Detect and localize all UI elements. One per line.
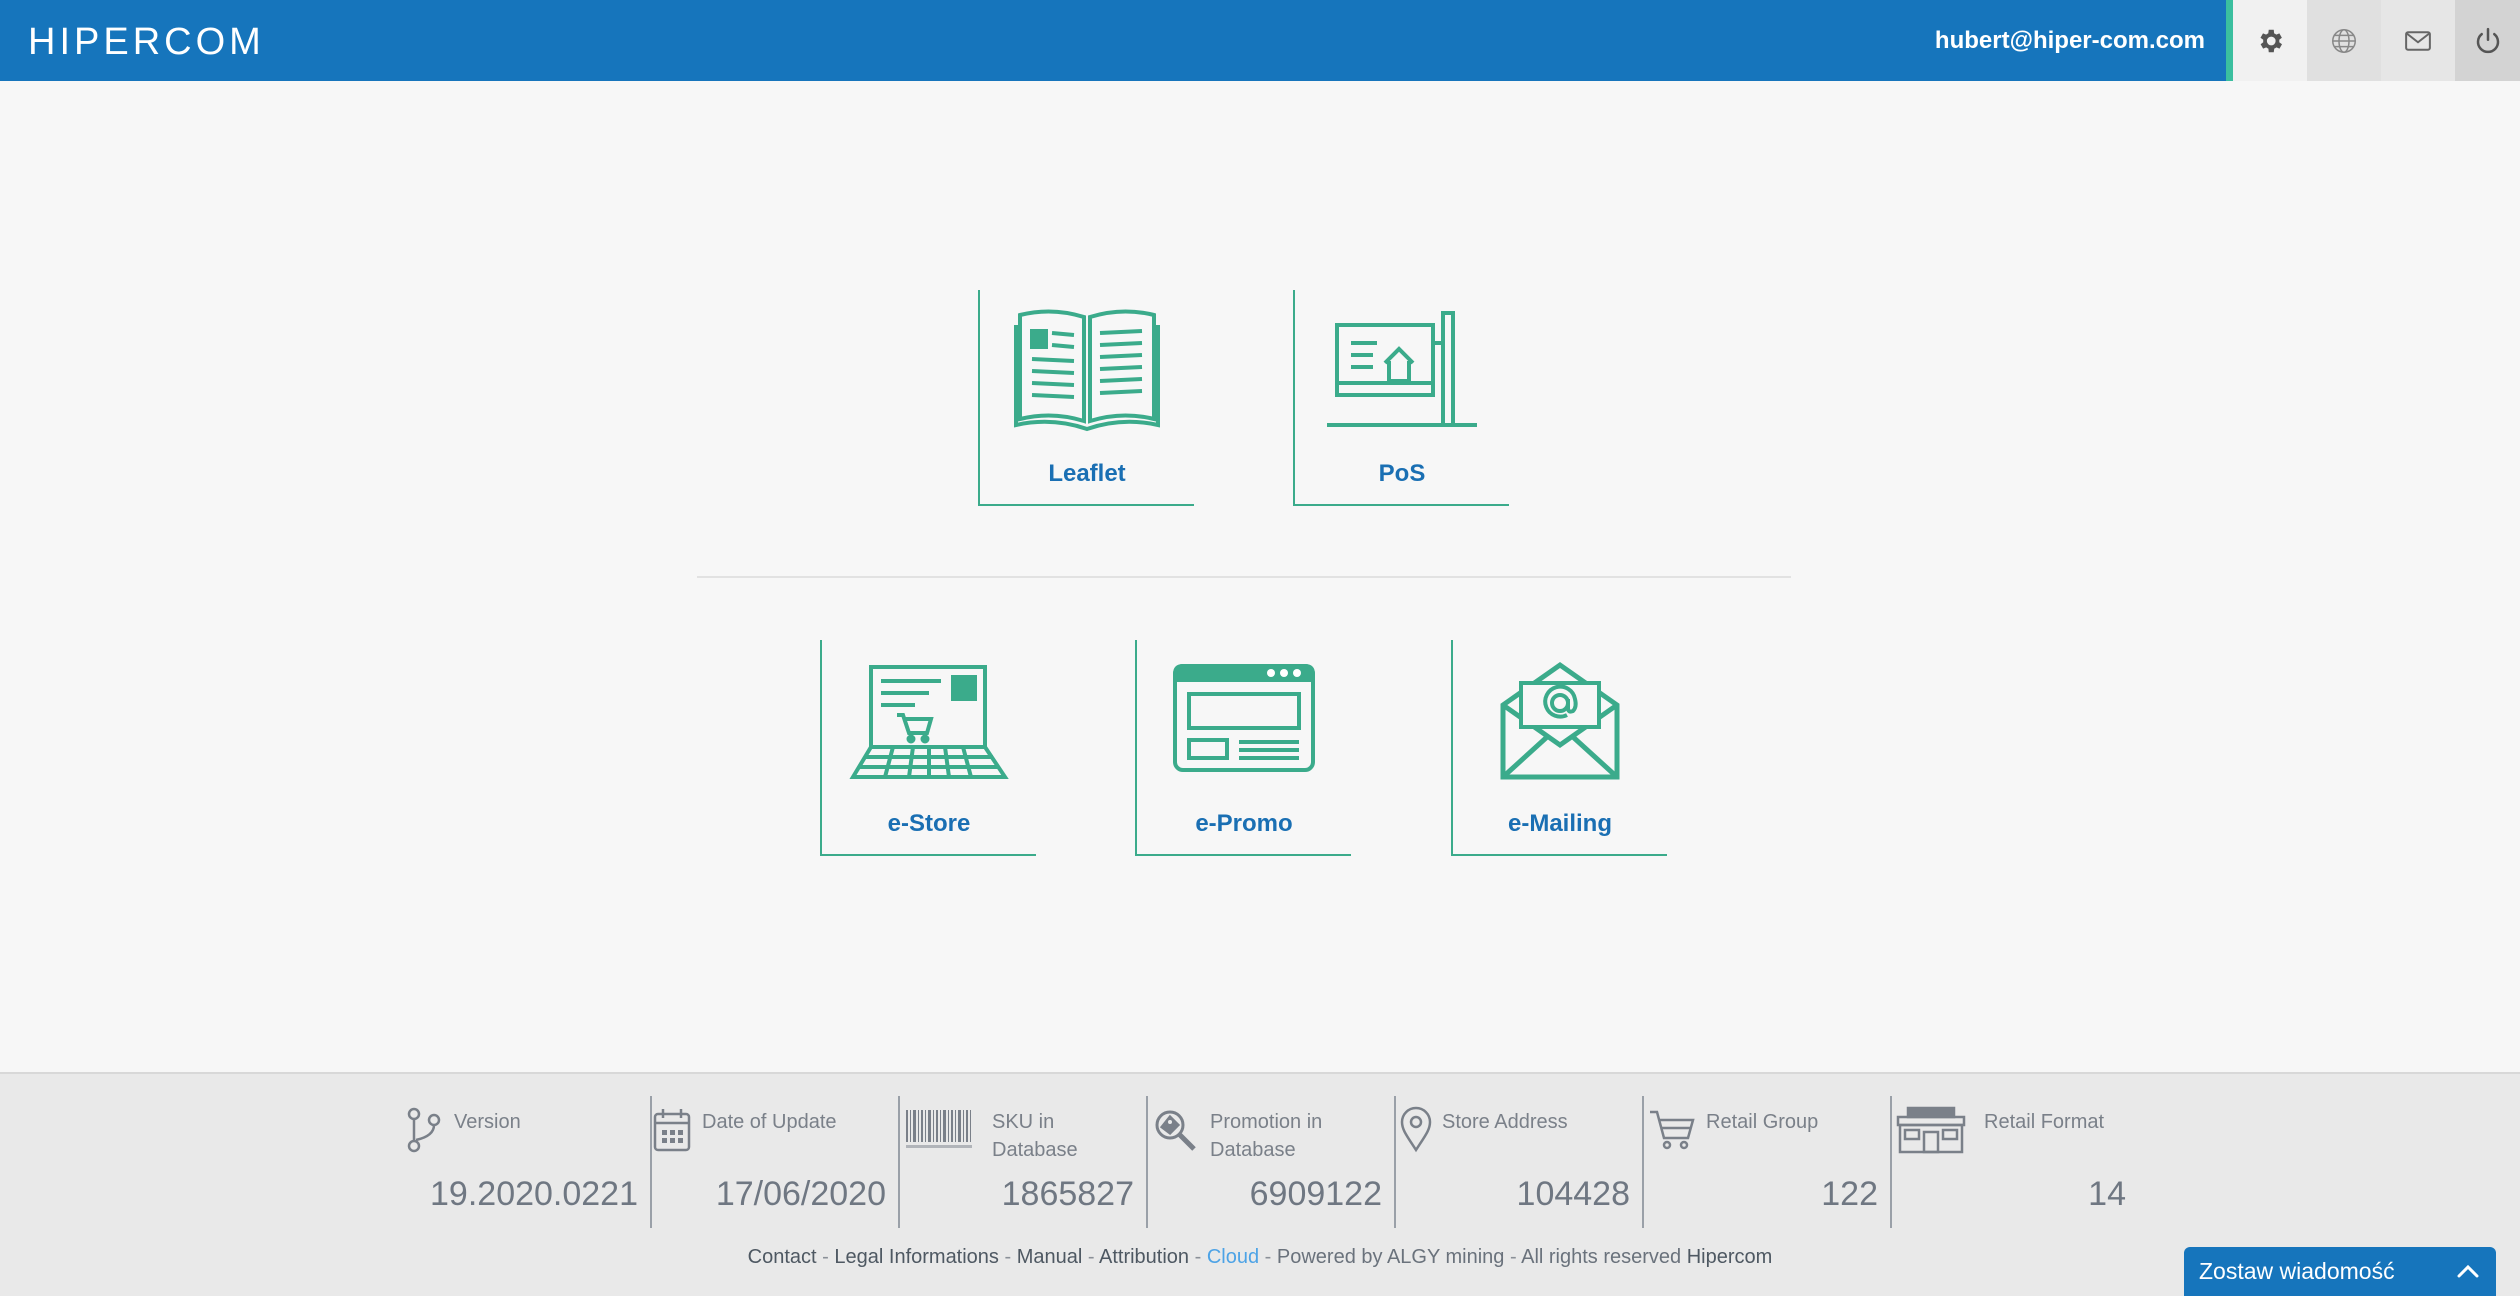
top-bar: HIPERCOM hubert@hiper-com.com [0, 0, 2520, 81]
stat-value: 122 [1821, 1175, 1878, 1213]
map-pin-icon [1400, 1106, 1432, 1153]
stat-label: Store Address [1442, 1111, 1568, 1133]
footer: Version 19.2020.0221 Date of Update 17/0… [0, 1072, 2520, 1296]
envelope-icon [2405, 30, 2431, 51]
module-e-promo[interactable]: e-Promo [1135, 640, 1351, 856]
stat-value: 17/06/2020 [715, 1175, 886, 1213]
globe-icon [2332, 28, 2356, 53]
stat-store-address: Store Address 104428 [1396, 1096, 1644, 1228]
rights-text: All rights reserved [1521, 1246, 1682, 1268]
calendar-icon [653, 1109, 691, 1152]
stat-label: SKU in Database [992, 1111, 1078, 1161]
laptop-cart-icon [849, 665, 1009, 779]
accent-bar [2226, 0, 2233, 81]
stat-sku-in-database: SKU in Database 1865827 [900, 1096, 1148, 1228]
stat-label: Version [454, 1111, 521, 1133]
hipercom-logo[interactable]: HIPERCOM [28, 18, 265, 66]
module-e-store[interactable]: e-Store [820, 640, 1036, 856]
branch-icon [407, 1107, 441, 1153]
module-e-mailing[interactable]: e-Mailing [1451, 640, 1667, 856]
cloud-link[interactable]: Cloud [1207, 1246, 1259, 1268]
footer-links: Contact - Legal Informations - Manual - … [747, 1246, 1773, 1268]
stat-value: 14 [2088, 1175, 2126, 1213]
settings-button[interactable] [2233, 0, 2307, 81]
gear-icon [2260, 29, 2282, 52]
module-label: Leaflet [1048, 460, 1126, 487]
contact-link[interactable]: Contact [748, 1246, 817, 1268]
brand-link[interactable]: Hipercom [1687, 1246, 1773, 1268]
module-pos[interactable]: PoS [1293, 290, 1509, 506]
stat-retail-format: Retail Format 14 [1892, 1096, 2140, 1228]
promo-search-icon [1155, 1110, 1196, 1151]
chevron-up-icon[interactable] [2456, 1259, 2480, 1283]
stat-value: 104428 [1516, 1175, 1630, 1213]
manual-link[interactable]: Manual [1017, 1246, 1083, 1268]
stat-date-of-update: Date of Update 17/06/2020 [652, 1096, 900, 1228]
module-label: e-Promo [1195, 810, 1293, 837]
stat-label: Retail Group [1706, 1111, 1819, 1133]
cart-icon [1650, 1110, 1695, 1150]
stat-retail-group: Retail Group 122 [1644, 1096, 1892, 1228]
legal-link[interactable]: Legal Informations [834, 1246, 999, 1268]
stat-promotion-in-database: Promotion in Database 6909122 [1148, 1096, 1396, 1228]
stat-label: Retail Format [1984, 1111, 2105, 1133]
barcode-icon [906, 1110, 972, 1148]
module-label: e-Store [887, 810, 971, 837]
stat-value: 6909122 [1249, 1175, 1382, 1213]
powered-by-text: Powered by ALGY mining [1276, 1246, 1505, 1268]
module-label: e-Mailing [1507, 810, 1612, 837]
module-leaflet[interactable]: Leaflet [978, 290, 1194, 506]
language-button[interactable] [2307, 0, 2381, 81]
store-sign-icon [1327, 311, 1477, 427]
user-email[interactable]: hubert@hiper-com.com [1935, 0, 2205, 81]
section-divider [697, 576, 1791, 578]
browser-window-icon [1173, 664, 1315, 772]
stat-label: Date of Update [702, 1111, 837, 1133]
power-icon [2476, 27, 2499, 53]
stat-value: 1865827 [1001, 1175, 1134, 1213]
open-book-icon [1014, 309, 1160, 432]
chat-label: Zostaw wiadomość [2199, 1258, 2395, 1284]
market-icon [1896, 1106, 1966, 1154]
module-label: PoS [1378, 460, 1426, 487]
envelope-at-icon [1500, 661, 1620, 780]
attribution-link[interactable]: Attribution [1099, 1246, 1189, 1268]
stat-label: Promotion in Database [1210, 1111, 1323, 1161]
messages-button[interactable] [2381, 0, 2455, 81]
stat-version: Version 19.2020.0221 [404, 1096, 652, 1228]
stat-value: 19.2020.0221 [430, 1175, 638, 1213]
logout-button[interactable] [2455, 0, 2520, 81]
leave-message-widget[interactable]: Zostaw wiadomość [2184, 1247, 2496, 1296]
